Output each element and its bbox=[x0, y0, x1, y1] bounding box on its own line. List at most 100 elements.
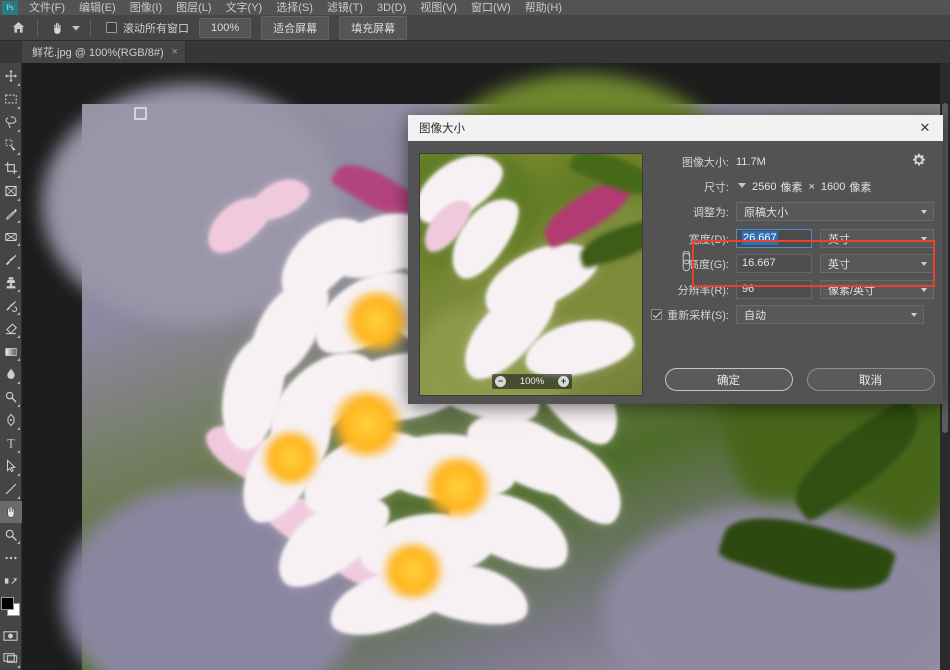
menu-item-file[interactable]: 文件(F) bbox=[22, 2, 72, 15]
eraser-tool[interactable] bbox=[0, 317, 22, 340]
photoshop-window: Ps 文件(F) 编辑(E) 图像(I) 图层(L) 文字(Y) 选择(S) 滤… bbox=[0, 0, 950, 670]
resample-checkbox[interactable]: 重新采样(S): bbox=[651, 307, 736, 323]
gradient-tool[interactable] bbox=[0, 340, 22, 363]
menu-item-3d[interactable]: 3D(D) bbox=[370, 2, 413, 15]
image-size-label: 图像大小: bbox=[681, 156, 729, 169]
resolution-row: 分辨率(R): 96 像素/英寸 bbox=[658, 279, 934, 300]
gear-icon[interactable] bbox=[912, 153, 926, 167]
menu-item-filter[interactable]: 滤镜(T) bbox=[320, 2, 370, 15]
menu-item-layer[interactable]: 图层(L) bbox=[169, 2, 218, 15]
width-unit-select[interactable]: 英寸 bbox=[820, 229, 934, 248]
menu-item-view[interactable]: 视图(V) bbox=[413, 2, 464, 15]
resolution-unit-select[interactable]: 像素/英寸 bbox=[820, 280, 934, 299]
resample-label: 重新采样(S): bbox=[667, 309, 729, 322]
more-tools-icon[interactable] bbox=[0, 546, 22, 569]
fill-screen-button[interactable]: 填充屏幕 bbox=[339, 15, 408, 40]
line-tool[interactable] bbox=[0, 478, 22, 501]
history-brush-tool[interactable] bbox=[0, 294, 22, 317]
width-input[interactable]: 26.667 bbox=[736, 229, 812, 248]
dialog-body: − 100% + 图像大小: 11.7M 尺寸: 2560 像素 × 1600 … bbox=[408, 141, 943, 404]
photoshop-logo-icon: Ps bbox=[2, 1, 18, 15]
document-tab-bar: 鲜花.jpg @ 100%(RGB/8#) × bbox=[0, 41, 950, 63]
home-icon[interactable] bbox=[6, 16, 30, 40]
scroll-all-windows-checkbox[interactable]: 滚动所有窗口 bbox=[106, 20, 189, 36]
foreground-color-swatch[interactable] bbox=[0, 597, 14, 611]
brush-tool[interactable] bbox=[0, 248, 22, 271]
chevron-down-icon[interactable] bbox=[738, 183, 746, 188]
zoom-100-button[interactable]: 100% bbox=[199, 17, 252, 38]
menu-item-type[interactable]: 文字(Y) bbox=[219, 2, 270, 15]
dialog-title-bar[interactable]: 图像大小 ✕ bbox=[408, 115, 943, 141]
dimensions-width-value: 2560 bbox=[752, 180, 777, 193]
image-size-dialog[interactable]: 图像大小 ✕ − 100% + 图像大小: 11.7M 尺寸: 2560 像素 … bbox=[408, 115, 943, 404]
resample-method-value: 自动 bbox=[744, 309, 766, 322]
cancel-button[interactable]: 取消 bbox=[806, 368, 935, 391]
resolution-input[interactable]: 96 bbox=[736, 280, 812, 299]
image-size-row: 图像大小: 11.7M bbox=[658, 151, 934, 172]
close-icon[interactable]: ✕ bbox=[915, 118, 935, 138]
tools-panel: T bbox=[0, 63, 22, 670]
dimensions-width-unit: 像素 bbox=[780, 181, 803, 194]
chevron-down-icon[interactable] bbox=[69, 16, 83, 40]
color-swatches[interactable] bbox=[0, 594, 22, 624]
clone-stamp-tool[interactable] bbox=[0, 271, 22, 294]
move-tool[interactable] bbox=[0, 65, 22, 88]
dodge-tool[interactable] bbox=[0, 386, 22, 409]
ok-button[interactable]: 确定 bbox=[664, 368, 793, 391]
width-unit-value: 英寸 bbox=[828, 233, 850, 246]
lasso-tool[interactable] bbox=[0, 111, 22, 134]
path-selection-tool[interactable] bbox=[0, 455, 22, 478]
height-unit-value: 英寸 bbox=[828, 258, 850, 271]
quick-selection-tool[interactable] bbox=[0, 134, 22, 157]
eyedropper-tool[interactable] bbox=[0, 203, 22, 226]
dimensions-row: 尺寸: 2560 像素 × 1600 像素 bbox=[658, 176, 934, 197]
menu-item-image[interactable]: 图像(I) bbox=[123, 2, 169, 15]
height-row: 高度(G): 16.667 英寸 bbox=[658, 253, 934, 274]
close-icon[interactable]: × bbox=[172, 46, 178, 58]
tab-bar-gutter bbox=[0, 41, 22, 63]
height-input[interactable]: 16.667 bbox=[736, 254, 812, 273]
hand-tool-icon[interactable] bbox=[45, 16, 69, 40]
resample-check-box-icon[interactable] bbox=[651, 309, 663, 320]
document-tab-xianhua[interactable]: 鲜花.jpg @ 100%(RGB/8#) × bbox=[22, 41, 187, 63]
pen-tool[interactable] bbox=[0, 409, 22, 432]
menu-item-edit[interactable]: 编辑(E) bbox=[72, 2, 123, 15]
edit-toolbar-icon[interactable] bbox=[0, 569, 22, 592]
fit-to-select[interactable]: 原稿大小 bbox=[736, 202, 934, 221]
scroll-all-windows-check-box-icon[interactable] bbox=[106, 22, 117, 33]
fit-to-row: 调整为: 原稿大小 bbox=[658, 201, 934, 222]
fit-to-value: 原稿大小 bbox=[744, 206, 788, 219]
width-row: 宽度(D): 26.667 英寸 bbox=[658, 228, 934, 249]
fit-screen-button[interactable]: 适合屏幕 bbox=[261, 15, 330, 40]
menu-item-select[interactable]: 选择(S) bbox=[269, 2, 320, 15]
chevron-down-icon bbox=[921, 209, 927, 214]
dimensions-height-unit: 像素 bbox=[849, 181, 872, 194]
hand-tool[interactable] bbox=[0, 500, 22, 524]
dimensions-separator: × bbox=[808, 180, 815, 193]
transform-handle-marker[interactable] bbox=[134, 107, 147, 120]
chevron-down-icon bbox=[921, 287, 927, 292]
svg-text:T: T bbox=[7, 437, 15, 451]
zoom-tool[interactable] bbox=[0, 523, 22, 546]
image-size-form: 图像大小: 11.7M 尺寸: 2560 像素 × 1600 像素 调整为: 原… bbox=[651, 151, 934, 325]
image-preview[interactable]: − 100% + bbox=[419, 153, 643, 396]
chain-link-icon[interactable] bbox=[682, 250, 691, 275]
dialog-title: 图像大小 bbox=[419, 123, 465, 135]
quick-mask-icon[interactable] bbox=[0, 624, 22, 647]
marquee-tool[interactable] bbox=[0, 88, 22, 111]
menu-item-window[interactable]: 窗口(W) bbox=[464, 2, 518, 15]
blur-tool[interactable] bbox=[0, 363, 22, 386]
resample-method-select[interactable]: 自动 bbox=[736, 305, 924, 324]
spot-healing-brush-tool[interactable] bbox=[0, 225, 22, 248]
width-value: 26.667 bbox=[742, 231, 778, 245]
fit-to-label: 调整为: bbox=[692, 206, 729, 219]
dimensions-label: 尺寸: bbox=[703, 181, 729, 194]
screen-mode-icon[interactable] bbox=[0, 647, 22, 670]
frame-tool[interactable] bbox=[0, 180, 22, 203]
chevron-down-icon bbox=[911, 312, 917, 317]
type-tool[interactable]: T bbox=[0, 432, 22, 455]
menu-item-help[interactable]: 帮助(H) bbox=[518, 2, 569, 15]
height-unit-select[interactable]: 英寸 bbox=[820, 254, 934, 273]
crop-tool[interactable] bbox=[0, 157, 22, 180]
menu-bar: Ps 文件(F) 编辑(E) 图像(I) 图层(L) 文字(Y) 选择(S) 滤… bbox=[0, 0, 950, 15]
